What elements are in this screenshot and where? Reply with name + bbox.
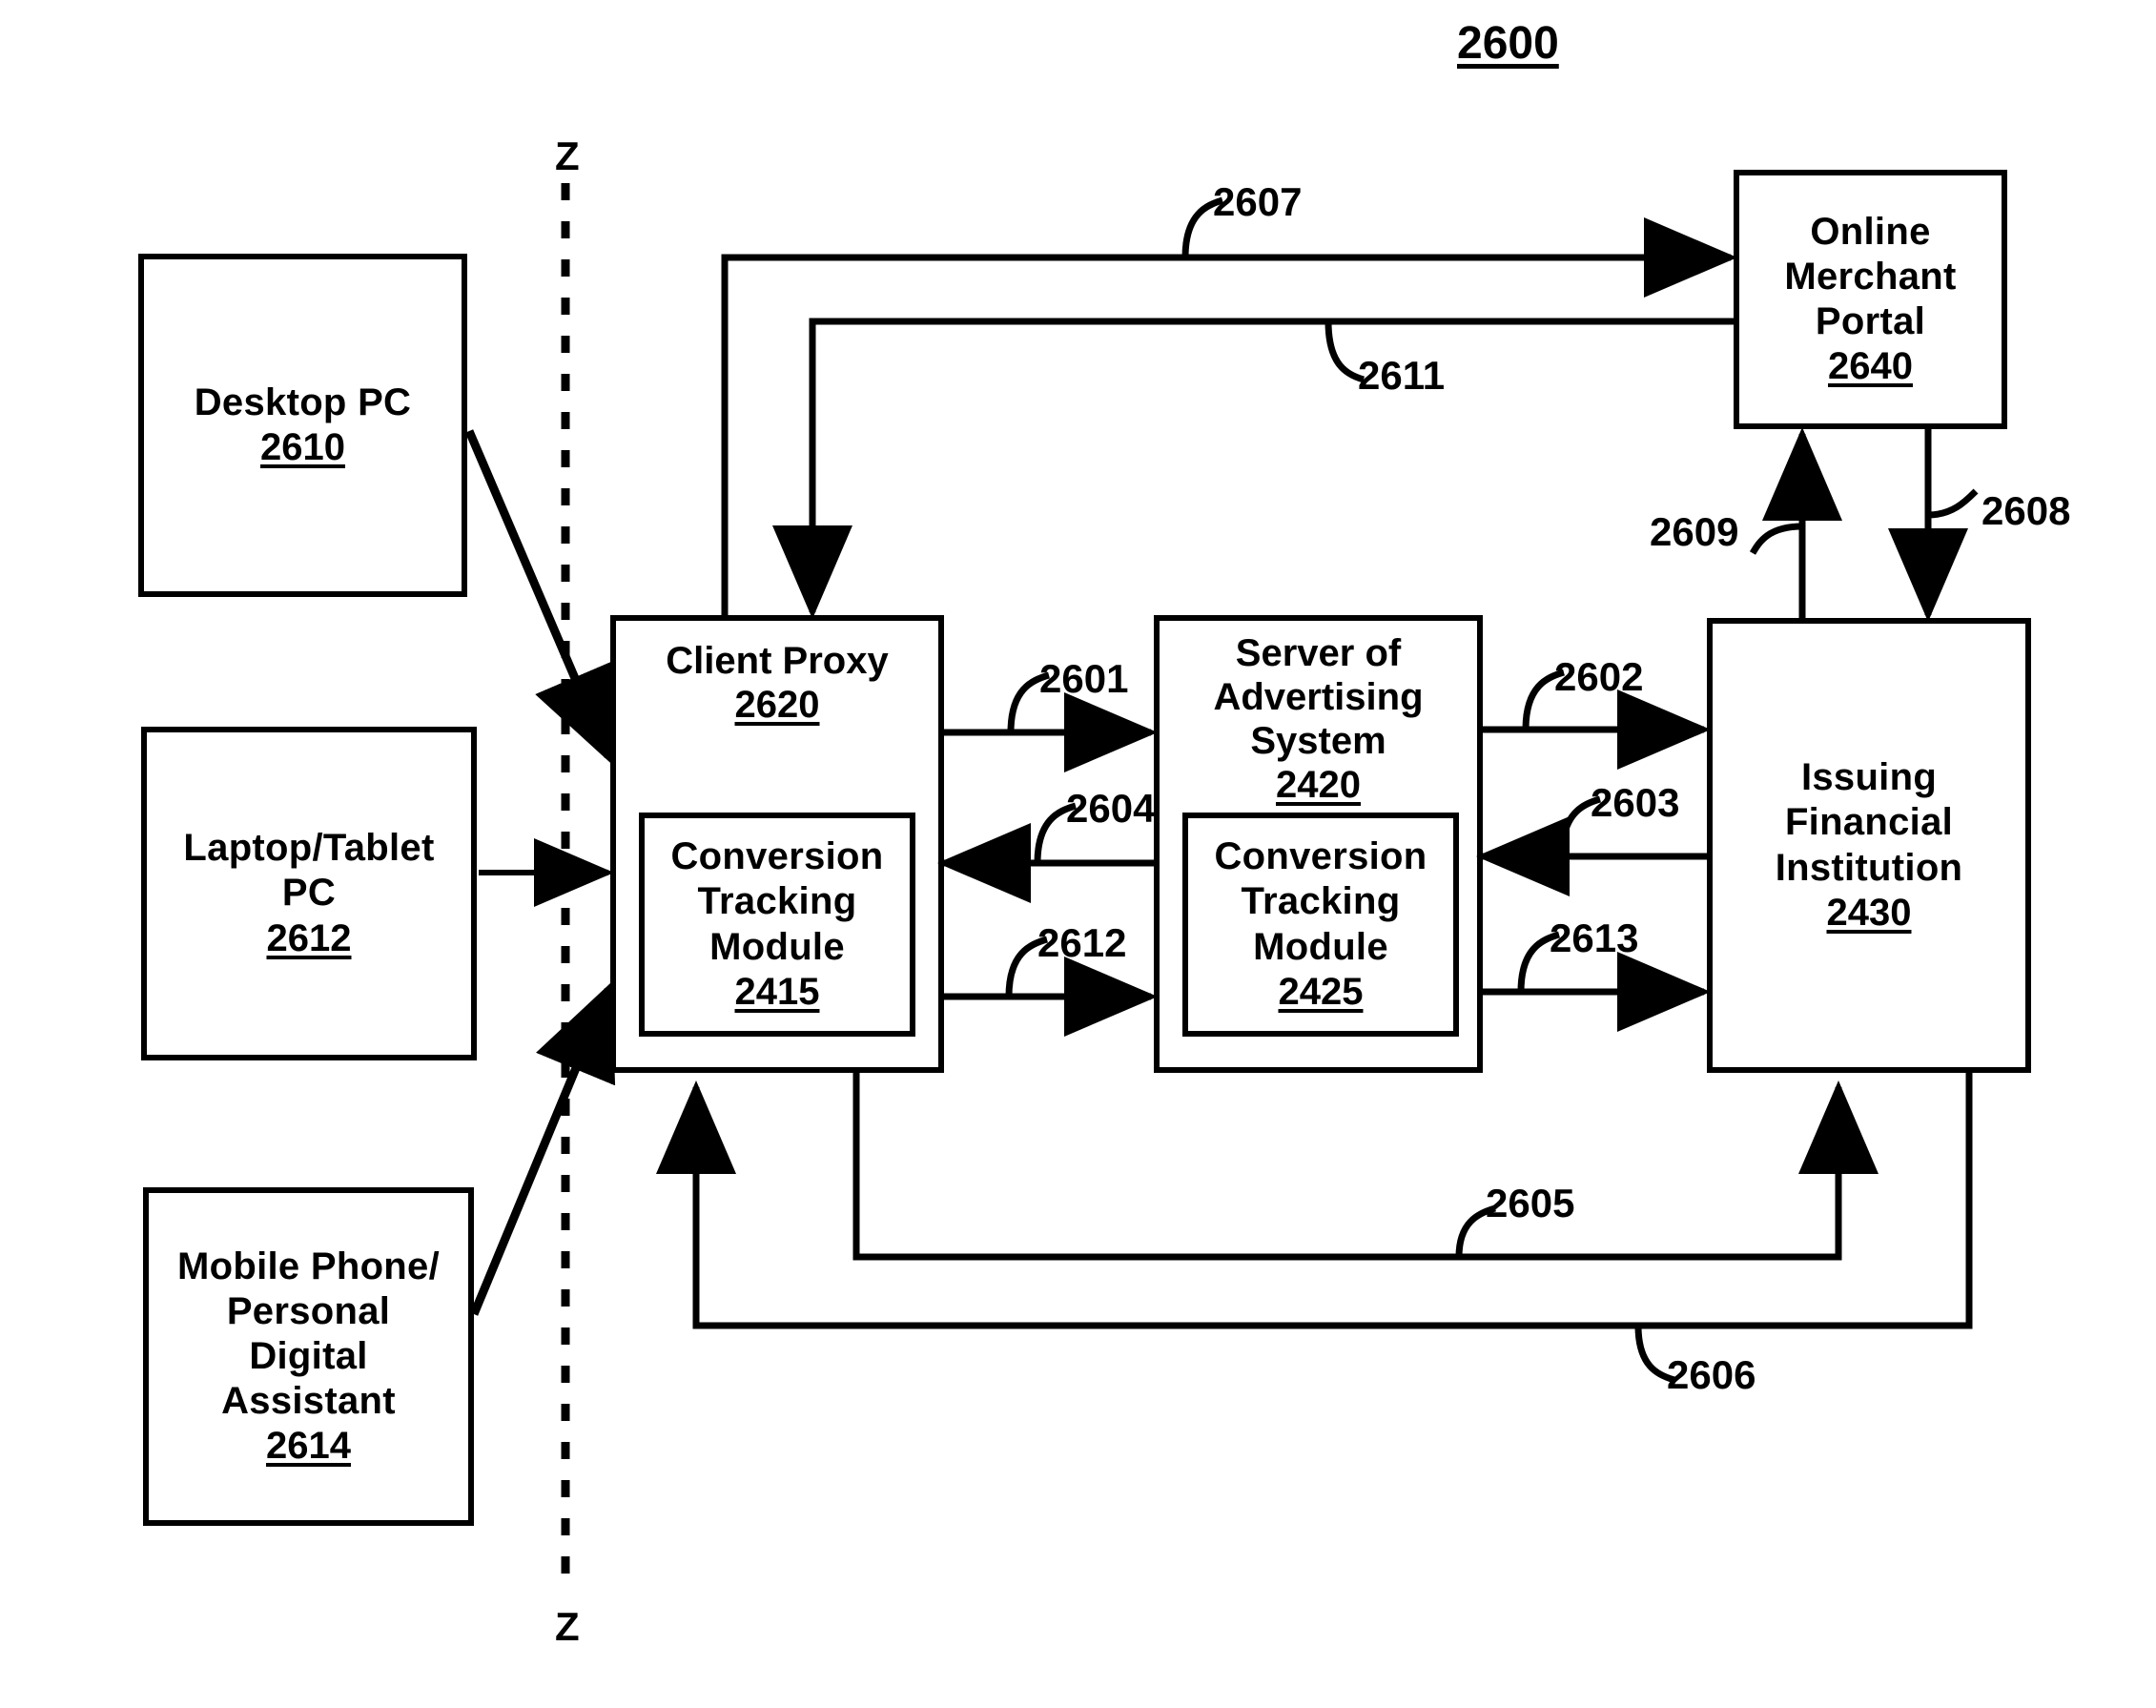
node-omp-title-line3: Portal <box>1815 300 1926 342</box>
node-ctm-2425-ref: 2425 <box>1278 970 1364 1013</box>
callout-2609: 2609 <box>1650 509 1739 554</box>
leader-2608 <box>1927 488 1979 519</box>
node-ifi-title-line1: Issuing <box>1800 756 1938 799</box>
connector-2605-client-proxy-to-issuing-fi <box>852 1073 1879 1261</box>
callout-2602: 2602 <box>1554 654 1644 699</box>
callout-2612: 2612 <box>1037 920 1127 965</box>
section-marker-z-bottom: Z <box>555 1604 580 1649</box>
callout-2611: 2611 <box>1358 353 1446 398</box>
callout-2608: 2608 <box>1981 488 2071 533</box>
leader-2609 <box>1749 523 1803 555</box>
node-desktop-pc-ref: 2610 <box>260 426 345 468</box>
node-ctm-2415-title-line3: Module <box>709 925 845 968</box>
node-ifi-title-line2: Financial <box>1784 801 1954 844</box>
node-conversion-tracking-module-2425[interactable]: Conversion Tracking Module 2425 <box>1182 813 1459 1037</box>
node-laptop-tablet-pc-title-line2: PC <box>281 872 337 915</box>
node-ctm-2425-title-line2: Tracking <box>1241 880 1401 923</box>
node-mobile-phone-pda-title-line4: Assistant <box>221 1380 396 1423</box>
callout-2605: 2605 <box>1486 1181 1575 1225</box>
node-desktop-pc-title: Desktop PC <box>194 381 412 423</box>
node-ifi-ref: 2430 <box>1826 891 1912 934</box>
node-mobile-phone-pda[interactable]: Mobile Phone/ Personal Digital Assistant… <box>143 1187 474 1526</box>
callout-2607: 2607 <box>1213 179 1303 224</box>
node-server-ads-ref: 2420 <box>1276 764 1361 806</box>
node-laptop-tablet-pc[interactable]: Laptop/Tablet PC 2612 <box>141 727 477 1060</box>
section-marker-z-top: Z <box>555 134 580 178</box>
node-mobile-phone-pda-ref: 2614 <box>266 1425 351 1468</box>
node-online-merchant-portal[interactable]: Online Merchant Portal 2640 <box>1734 170 2007 429</box>
node-ctm-2415-ref: 2415 <box>734 970 820 1013</box>
node-omp-title-line1: Online <box>1810 210 1931 253</box>
connector-2611-merchant-portal-to-client-proxy <box>772 318 1734 619</box>
node-ctm-2415-title-line2: Tracking <box>697 880 857 923</box>
callout-2603: 2603 <box>1591 780 1680 825</box>
node-laptop-tablet-pc-title-line1: Laptop/Tablet <box>183 827 435 870</box>
node-mobile-phone-pda-title-line3: Digital <box>249 1334 368 1377</box>
connector-2606-issuing-fi-to-client-proxy <box>656 1073 1973 1329</box>
node-server-ads-title-line3: System <box>1250 720 1386 762</box>
node-ctm-2415-title-line1: Conversion <box>670 835 884 878</box>
node-ctm-2425-title-line3: Module <box>1253 925 1388 968</box>
node-client-proxy-title: Client Proxy <box>666 640 889 682</box>
node-server-ads-title-line1: Server of <box>1235 632 1402 674</box>
node-omp-title-line2: Merchant <box>1784 255 1957 298</box>
node-issuing-financial-institution[interactable]: Issuing Financial Institution 2430 <box>1707 618 2031 1073</box>
node-laptop-tablet-pc-ref: 2612 <box>266 916 352 959</box>
node-desktop-pc[interactable]: Desktop PC 2610 <box>138 254 467 597</box>
callout-2604: 2604 <box>1066 786 1156 831</box>
node-client-proxy-ref: 2620 <box>734 684 820 726</box>
callout-2613: 2613 <box>1550 916 1639 960</box>
node-ifi-title-line3: Institution <box>1775 846 1963 889</box>
figure-number: 2600 <box>1457 18 1559 69</box>
connector-2607-client-proxy-to-merchant-portal <box>721 217 1737 615</box>
node-conversion-tracking-module-2415[interactable]: Conversion Tracking Module 2415 <box>639 813 915 1037</box>
node-server-ads-title-line2: Advertising <box>1213 676 1424 718</box>
node-ctm-2425-title-line1: Conversion <box>1214 835 1427 878</box>
patent-figure-canvas: 2600 Z Z Desktop PC 2610 Laptop/Tablet P… <box>0 0 2156 1708</box>
callout-2601: 2601 <box>1039 656 1129 701</box>
node-mobile-phone-pda-title-line2: Personal <box>226 1289 391 1332</box>
callout-2606: 2606 <box>1667 1352 1756 1397</box>
connector-mobile-to-client-proxy <box>469 981 616 1316</box>
node-omp-ref: 2640 <box>1828 345 1913 388</box>
node-mobile-phone-pda-title-line1: Mobile Phone/ <box>176 1245 440 1287</box>
connector-desktop-to-client-proxy <box>464 429 614 765</box>
